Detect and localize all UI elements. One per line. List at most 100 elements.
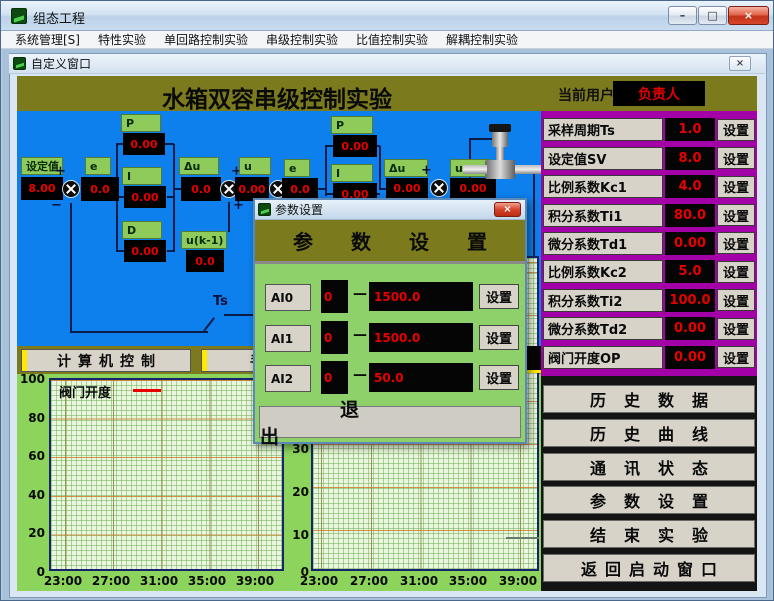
parameter-panel: 采样周期Ts1.0设置 设定值SV8.0设置 比例系数Kc14.0设置 积分系数…: [541, 111, 757, 376]
set-button[interactable]: 设置: [717, 289, 755, 311]
menu-ratio-control[interactable]: 比值控制实验: [348, 30, 436, 49]
e1-value: 0.0: [81, 177, 119, 201]
line: [165, 143, 174, 145]
y-tick: 80: [17, 411, 45, 425]
param-row: 积分系数Ti180.0设置: [542, 204, 756, 227]
ai0-low-value: 0: [321, 280, 348, 313]
set-button[interactable]: 设置: [717, 147, 755, 169]
dialog-icon: [258, 203, 271, 216]
close-button[interactable]: ×: [728, 6, 769, 25]
ai0-high-value: 1500.0: [369, 282, 473, 311]
uk1-label: u(k-1): [181, 231, 227, 249]
y-tick: 100: [17, 372, 45, 386]
param-row: 微分系数Td10.00设置: [542, 232, 756, 255]
set-button[interactable]: 设置: [717, 232, 755, 254]
exit-button[interactable]: 退出: [259, 406, 521, 438]
menu-cascade-control[interactable]: 串级控制实验: [258, 30, 346, 49]
ts-label: Ts: [213, 294, 228, 309]
line: [70, 203, 72, 331]
menu-system-management[interactable]: 系统管理[S]: [7, 30, 88, 49]
child-title-bar: 自定义窗口 ×: [9, 54, 765, 74]
set-button[interactable]: 设置: [717, 346, 755, 368]
param-value: 8.0: [665, 147, 715, 170]
e1-label: e: [85, 157, 111, 175]
title-bar: 组态工程 – □ ×: [1, 1, 774, 31]
param-row: 比例系数Kc14.0设置: [542, 175, 756, 198]
set-button[interactable]: 设置: [717, 176, 755, 198]
comm-status-button[interactable]: 通讯状态: [543, 453, 755, 481]
param-value: 5.0: [665, 260, 715, 283]
param-row: 比例系数Kc25.0设置: [542, 260, 756, 283]
param-value: 0.00: [665, 232, 715, 255]
history-curve-button[interactable]: 历史曲线: [543, 419, 755, 447]
y-tick: 20: [281, 485, 309, 499]
range-dash: —: [353, 286, 367, 302]
line: [318, 188, 326, 190]
u1-label: u: [239, 157, 271, 175]
menu-characteristic-experiment[interactable]: 特性实验: [90, 30, 154, 49]
ai0-label: AI0: [265, 284, 311, 311]
line: [224, 314, 254, 316]
app-icon: [11, 8, 27, 24]
maximize-button[interactable]: □: [698, 6, 727, 25]
ai2-set-button[interactable]: 设置: [479, 365, 519, 390]
x-tick: 27:00: [347, 574, 391, 588]
d1-label: D: [122, 221, 162, 239]
p1-label: P: [121, 114, 161, 132]
du1-value: 0.0: [181, 177, 221, 201]
line: [167, 250, 175, 252]
param-label: 阀门开度OP: [543, 346, 663, 369]
plus-sign: +: [55, 164, 66, 179]
range-dash: —: [353, 327, 367, 343]
dialog-close-button[interactable]: ×: [494, 202, 521, 217]
child-window-title: 自定义窗口: [31, 55, 91, 72]
d1-value: 0.00: [124, 240, 166, 262]
computer-control-label: 计算机控制: [50, 351, 162, 371]
line: [70, 331, 208, 333]
x-tick: 39:00: [496, 574, 540, 588]
minus-sign: −: [51, 198, 62, 213]
return-start-window-button[interactable]: 返回启动窗口: [543, 554, 755, 582]
set-button[interactable]: 设置: [717, 119, 755, 141]
sum-junction-4: [430, 179, 448, 197]
ai2-high-value: 50.0: [369, 363, 473, 392]
x-tick: 39:00: [233, 574, 277, 588]
param-label: 采样周期Ts: [543, 118, 663, 141]
history-data-button[interactable]: 历史数据: [543, 385, 755, 413]
ai1-low-value: 0: [321, 321, 348, 354]
x-tick: 35:00: [446, 574, 490, 588]
banner: 水箱双容串级控制实验 当前用户 负责人: [17, 76, 757, 111]
i2-label: I: [331, 164, 373, 182]
menu-decoupling-control[interactable]: 解耦控制实验: [438, 30, 526, 49]
param-row: 积分系数Ti2100.0设置: [542, 289, 756, 312]
current-user-label: 当前用户: [558, 85, 614, 105]
set-button[interactable]: 设置: [717, 261, 755, 283]
parameter-settings-dialog: 参数设置 × 参数设置 AI0 0 — 1500.0 设置 AI1 0 — 15…: [253, 198, 527, 444]
plus-sign: +: [421, 163, 432, 178]
end-experiment-button[interactable]: 结束实验: [543, 520, 755, 548]
ai1-set-button[interactable]: 设置: [479, 325, 519, 350]
menu-single-loop-control[interactable]: 单回路控制实验: [156, 30, 256, 49]
du2-value: 0.00: [386, 178, 428, 199]
window-title: 组态工程: [33, 8, 85, 27]
param-label: 积分系数Ti1: [543, 204, 663, 227]
minimize-button[interactable]: –: [668, 6, 697, 25]
chart1-legend-label: 阀门开度: [59, 382, 111, 401]
computer-control-button[interactable]: 计算机控制: [21, 349, 191, 372]
param-value: 100.0: [665, 289, 715, 312]
param-settings-button[interactable]: 参数设置: [543, 486, 755, 514]
x-tick: 35:00: [185, 574, 229, 588]
ai0-set-button[interactable]: 设置: [479, 284, 519, 309]
current-user-value: 负责人: [613, 81, 705, 106]
param-label: 设定值SV: [543, 147, 663, 170]
e2-label: e: [284, 159, 310, 177]
child-window-icon: [13, 57, 26, 70]
range-dash: —: [353, 367, 367, 383]
param-label: 微分系数Td2: [543, 317, 663, 340]
param-value: 4.0: [665, 175, 715, 198]
param-row: 采样周期Ts1.0设置: [542, 118, 756, 141]
set-button[interactable]: 设置: [717, 318, 755, 340]
set-button[interactable]: 设置: [717, 204, 755, 226]
child-close-button[interactable]: ×: [729, 56, 751, 71]
param-row: 微分系数Td20.00设置: [542, 317, 756, 340]
